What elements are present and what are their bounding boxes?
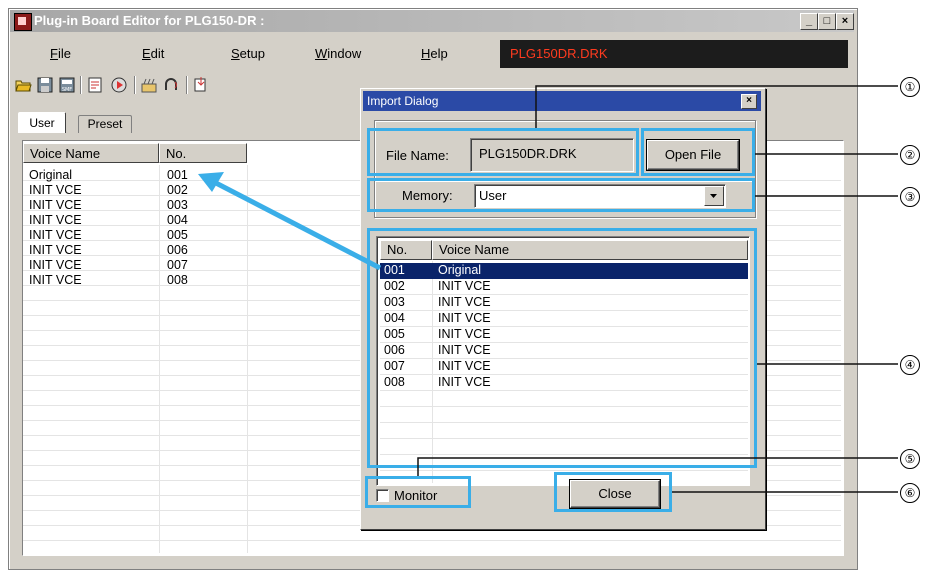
callout-4: ④: [900, 355, 920, 375]
callout-3: ③: [900, 187, 920, 207]
callout-2: ②: [900, 145, 920, 165]
callout-5: ⑤: [900, 449, 920, 469]
callout-1: ①: [900, 77, 920, 97]
callout-6: ⑥: [900, 483, 920, 503]
callout-lines: [417, 85, 898, 493]
